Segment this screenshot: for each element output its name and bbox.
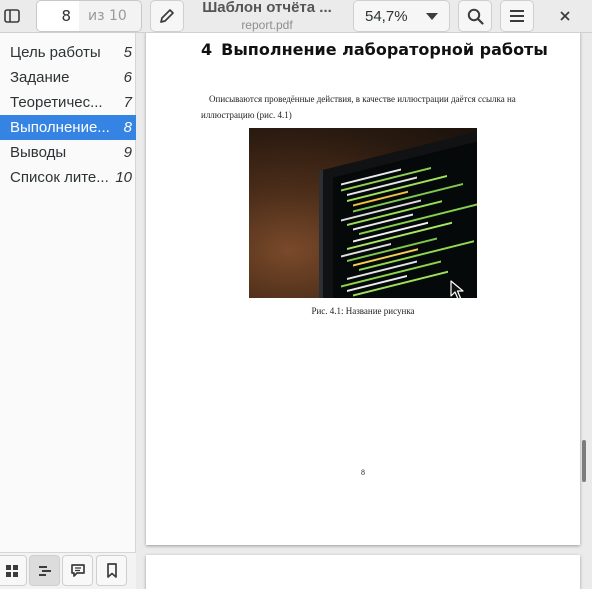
section-number: 4 — [201, 40, 213, 59]
outline-item-page: 7 — [123, 94, 132, 111]
grid-icon — [5, 564, 18, 577]
sidebar-mode-switcher — [0, 552, 136, 589]
outline-item-label: Цель работы — [10, 44, 101, 61]
search-icon — [467, 8, 484, 25]
outline-item[interactable]: Теоретичес... 7 — [0, 90, 136, 115]
chevron-down-icon — [426, 13, 438, 20]
page-number-input[interactable]: 8 — [36, 0, 80, 32]
zoom-value: 54,7% — [365, 7, 408, 25]
outline-item[interactable]: Цель работы 5 — [0, 40, 136, 65]
outline-item[interactable]: Задание 6 — [0, 65, 136, 90]
close-button[interactable] — [548, 0, 582, 32]
sidebar-toggle-button[interactable] — [0, 0, 28, 32]
page-footer-number: 8 — [361, 468, 365, 477]
outline-sidebar: Цель работы 5 Задание 6 Теоретичес... 7 … — [0, 33, 136, 589]
document-view[interactable]: 4 Выполнение лабораторной работы Описываю… — [137, 33, 592, 589]
search-button[interactable] — [458, 0, 492, 32]
outline-item-selected[interactable]: Выполнение... 8 — [0, 115, 136, 140]
zoom-dropdown[interactable]: 54,7% — [353, 0, 450, 32]
code-on-monitor-image — [249, 128, 477, 298]
close-icon — [560, 11, 570, 21]
vertical-scrollbar[interactable] — [582, 440, 586, 482]
outline-item-page: 9 — [123, 144, 132, 161]
outline-item-label: Теоретичес... — [10, 94, 103, 111]
figure-caption: Рис. 4.1: Название рисунка — [311, 306, 415, 316]
outline-icon — [38, 565, 51, 576]
outline-item-page: 8 — [123, 119, 132, 136]
outline-item-page: 10 — [115, 169, 132, 186]
bookmark-icon — [106, 563, 117, 578]
thumbnails-tab[interactable] — [0, 555, 27, 586]
outline-item-label: Задание — [10, 69, 70, 86]
annotate-button[interactable] — [150, 0, 184, 32]
outline-item-page: 5 — [123, 44, 132, 61]
section-heading: 4 Выполнение лабораторной работы — [201, 40, 548, 59]
header-bar: 8 из 10 Шаблон отчёта ... report.pdf 54,… — [0, 0, 592, 33]
comment-icon — [70, 564, 85, 577]
body-paragraph: Описываются проведённые действия, в каче… — [201, 94, 516, 120]
document-viewer-window: 8 из 10 Шаблон отчёта ... report.pdf 54,… — [0, 0, 592, 589]
mouse-pointer-icon — [450, 280, 464, 300]
sidebar-icon — [4, 9, 20, 23]
outline-item-label: Список лите... — [10, 169, 109, 186]
section-title: Выполнение лабораторной работы — [221, 40, 548, 59]
next-pdf-page — [146, 555, 580, 589]
outline-item-label: Выводы — [10, 144, 67, 161]
outline-item[interactable]: Выводы 9 — [0, 140, 136, 165]
bookmarks-tab[interactable] — [96, 555, 127, 586]
annotations-tab[interactable] — [62, 555, 93, 586]
outline-item-page: 6 — [123, 69, 132, 86]
hamburger-icon — [510, 10, 524, 22]
pencil-icon — [160, 9, 174, 23]
monitor-illustration — [319, 128, 477, 298]
main-menu-button[interactable] — [500, 0, 534, 32]
outline-item-label: Выполнение... — [10, 119, 110, 136]
document-filename: report.pdf — [241, 18, 293, 32]
outline-tab[interactable] — [29, 555, 60, 586]
outline-item[interactable]: Список лите... 10 — [0, 165, 136, 190]
pdf-page: 4 Выполнение лабораторной работы Описываю… — [146, 33, 580, 545]
document-title: Шаблон отчёта ... — [202, 0, 332, 16]
page-total-label: из 10 — [79, 0, 142, 32]
